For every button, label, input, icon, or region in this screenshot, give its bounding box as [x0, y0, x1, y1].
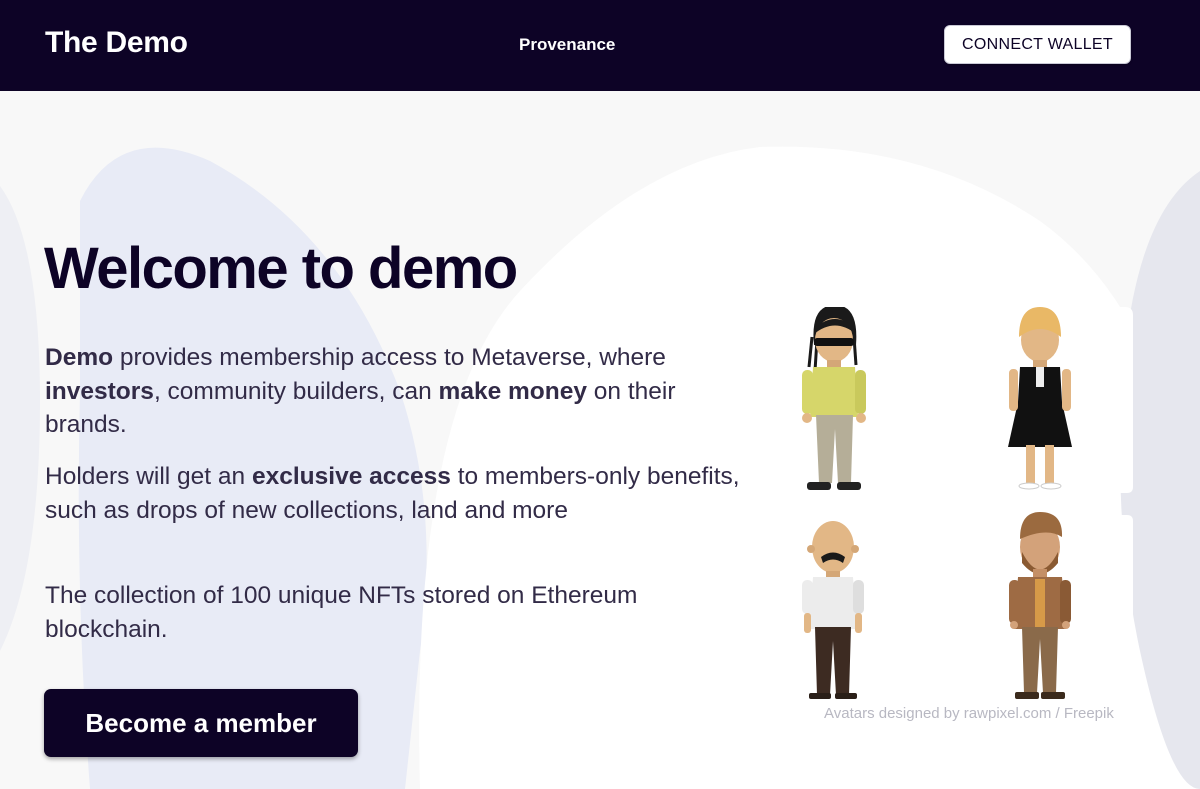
brand-logo[interactable]: The Demo: [45, 26, 188, 60]
text-span: provides membership access to Metaverse,…: [113, 344, 666, 371]
bg-left-arc: [0, 186, 40, 651]
nav-link-provenance[interactable]: Provenance: [519, 35, 615, 55]
hero-section: Welcome to demo Demo provides membership…: [0, 91, 1200, 789]
emphasis: make money: [438, 377, 587, 405]
top-nav: The Demo Provenance CONNECT WALLET: [0, 0, 1200, 91]
intro-paragraph: Demo provides membership access to Metav…: [45, 341, 745, 442]
emphasis: exclusive access: [251, 463, 451, 490]
become-member-button[interactable]: Become a member: [44, 689, 358, 757]
avatar-credit: Avatars designed by rawpixel.com / Freep…: [824, 705, 1114, 722]
bald-man-mustache-icon: [802, 521, 864, 699]
woman-blonde-black-dress-icon: [1008, 307, 1072, 490]
bearded-man-brown-jacket-icon: [1009, 512, 1071, 699]
text-span: Holders will get an: [45, 463, 252, 490]
avatar-card-bg: [1097, 307, 1133, 699]
connect-wallet-button[interactable]: CONNECT WALLET: [944, 25, 1131, 64]
page-title: Welcome to demo: [44, 236, 518, 301]
man-dreadlocks-sunglasses-icon: [802, 307, 866, 490]
brand-name: Demo: [45, 344, 114, 371]
text-span: , community builders, can: [153, 377, 439, 405]
collection-paragraph: The collection of 100 unique NFTs stored…: [45, 582, 638, 643]
emphasis: investors: [45, 377, 154, 405]
avatar-grid: [802, 307, 1133, 699]
benefits-paragraph: Holders will get an exclusive access to …: [45, 460, 745, 527]
